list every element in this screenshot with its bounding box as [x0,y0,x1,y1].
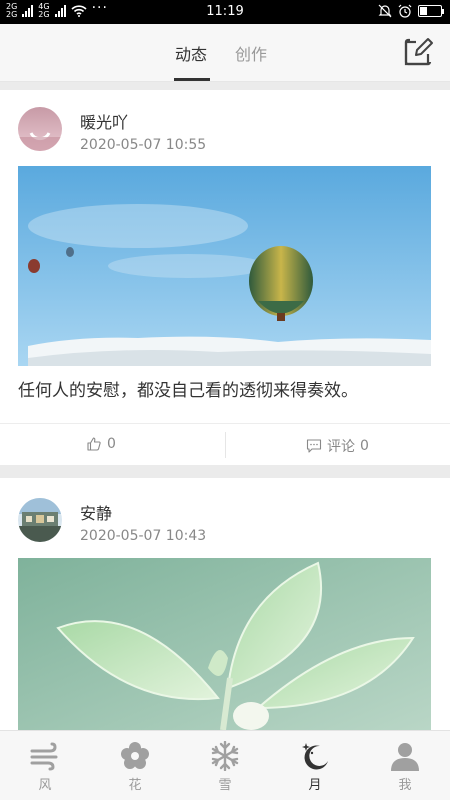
nav-label-flower: 花 [128,778,142,793]
divider [0,82,450,90]
thumbs-up-icon [87,437,101,451]
avatar[interactable] [18,107,62,151]
comment-button[interactable]: 评论 0 [306,436,369,456]
user-icon [391,743,419,771]
alarm-icon [398,4,412,18]
status-bar: 2G 2G 4G 2G ··· 11:19 [0,0,450,24]
avatar[interactable] [18,498,62,542]
divider [0,465,450,478]
actions-divider [225,432,226,458]
nav-item-flower[interactable]: 花 [90,731,180,800]
nav-label-snow: 雪 [218,778,232,793]
nav-item-me[interactable]: 我 [360,731,450,800]
nav-label-wind: 风 [38,778,52,793]
wind-icon [30,742,58,771]
status-right [378,4,444,18]
post-actions: 0 评论 0 [0,423,450,465]
nav-item-wind[interactable]: 风 [0,731,90,800]
nav-label-moon: 月 [308,778,322,793]
edit-icon[interactable] [404,36,434,66]
author-name[interactable]: 暖光吖 [80,109,128,133]
post-card[interactable]: 安静 2020-05-07 10:43 [0,478,450,730]
active-tab-indicator [174,78,210,81]
snowflake-icon [211,741,239,771]
comment-count: 0 [360,438,369,454]
like-count: 0 [107,436,116,452]
nav-label-me: 我 [398,778,412,793]
author-name[interactable]: 安静 [80,500,112,524]
moon-icon [302,743,328,770]
bottom-nav: 风 花 雪 月 我 [0,730,450,800]
post-time: 2020-05-07 10:55 [80,137,207,153]
comment-icon [306,439,322,453]
comment-label: 评论 [327,439,355,455]
green-leaves-photo[interactable] [18,558,431,730]
post-time: 2020-05-07 10:43 [80,528,207,544]
nav-item-snow[interactable]: 雪 [180,731,270,800]
tab-create[interactable]: 创作 [235,41,267,65]
bell-mute-icon [378,4,392,18]
post-caption: 任何人的安慰，都没自己看的透彻来得奏效。 [18,381,358,401]
hot-air-balloons-photo[interactable] [18,166,431,366]
top-header: 动态 创作 [0,24,450,82]
tab-dynamic[interactable]: 动态 [175,41,207,65]
flower-icon [121,742,149,769]
post-card[interactable]: 暖光吖 2020-05-07 10:55 任何人的安慰，都没自己看的透彻来得奏效… [0,90,450,465]
battery-icon [418,5,444,17]
nav-item-moon[interactable]: 月 [270,731,360,800]
like-button[interactable]: 0 [86,436,116,452]
